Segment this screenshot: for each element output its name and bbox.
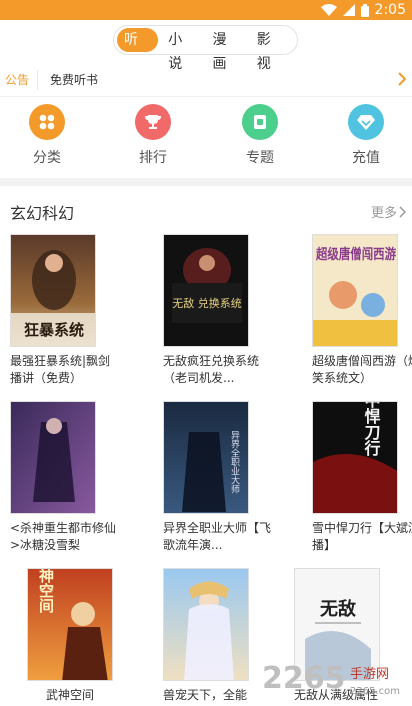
battery-icon bbox=[360, 3, 369, 17]
nav-category-label: 分类 bbox=[33, 150, 61, 166]
tab-novel[interactable]: 小说 bbox=[161, 28, 202, 72]
tab-audiobook[interactable]: 听书 bbox=[117, 28, 159, 72]
book-card[interactable]: 武神空间 武神空间 bbox=[27, 568, 127, 704]
chevron-right-icon bbox=[399, 205, 406, 218]
watermark-sub: 手游网 bbox=[350, 667, 389, 682]
nav-category[interactable]: 分类 bbox=[12, 104, 82, 167]
watermark-url: 2265.com bbox=[350, 686, 400, 697]
diamond-icon bbox=[348, 104, 384, 140]
media-tabs: 听书 小说 漫画 影视 bbox=[113, 25, 298, 72]
nav-topic-label: 专题 bbox=[246, 150, 274, 166]
grid-icon bbox=[29, 104, 65, 140]
nav-ranking[interactable]: 排行 bbox=[118, 104, 188, 167]
signal-icon bbox=[342, 4, 355, 16]
site-watermark: 2265 手游网 2265.com bbox=[262, 656, 412, 700]
watermark-logo: 2265 bbox=[262, 661, 346, 696]
tab-video[interactable]: 影视 bbox=[250, 28, 291, 72]
book-card[interactable]: 兽宠天下，全能 bbox=[163, 568, 263, 704]
book-cover[interactable]: 无敌 兑换系统 bbox=[163, 234, 249, 347]
book-card[interactable]: 雪中悍刀行 雪中悍刀行【大斌演播】 bbox=[312, 401, 412, 554]
status-time: 2:05 bbox=[374, 2, 406, 18]
book-card[interactable]: 狂暴系统 最强狂暴系统|飘剑播讲（免费） bbox=[10, 234, 110, 387]
nav-recharge-label: 充值 bbox=[352, 150, 380, 166]
book-title: 雪中悍刀行【大斌演播】 bbox=[312, 521, 412, 552]
book-title: 兽宠天下，全能 bbox=[163, 688, 248, 702]
section-title: 玄幻科幻 bbox=[10, 204, 75, 223]
book-cover[interactable]: 雪中悍刀行 bbox=[312, 401, 398, 514]
book-card[interactable]: <杀神重生都市修仙>冰糖没雪梨 bbox=[10, 401, 116, 554]
status-icons: 2:05 bbox=[320, 2, 406, 18]
nav-topic[interactable]: 专题 bbox=[225, 104, 295, 167]
quick-nav: 分类 排行 专题 充值 bbox=[0, 104, 412, 178]
chevron-right-icon bbox=[398, 72, 406, 86]
book-title: 异界全职业大师【飞歌流年演... bbox=[163, 521, 272, 552]
cover-title: 无敌 兑换系统 bbox=[172, 296, 242, 310]
status-bar: 2:05 bbox=[0, 0, 412, 20]
notice-text: 免费听书 bbox=[50, 73, 99, 87]
book-cover[interactable]: 狂暴系统 bbox=[10, 234, 96, 347]
nav-ranking-label: 排行 bbox=[139, 150, 167, 166]
book-cover[interactable]: 武神空间 bbox=[27, 568, 113, 681]
section-separator bbox=[0, 178, 412, 186]
book-card[interactable]: 异界全职业大师 异界全职业大师【飞歌流年演... bbox=[163, 401, 271, 554]
tab-comic[interactable]: 漫画 bbox=[206, 28, 247, 72]
notice-tag: 公告 bbox=[5, 73, 30, 87]
book-cover[interactable] bbox=[10, 401, 96, 514]
more-link[interactable]: 更多 bbox=[371, 202, 406, 221]
book-title: 超级唐僧闯西游（爆笑系统文） bbox=[312, 354, 412, 385]
cover-title: 异界全职业大师 bbox=[229, 430, 240, 494]
more-label: 更多 bbox=[370, 206, 397, 221]
book-card[interactable]: 无敌 兑换系统 无敌疯狂兑换系统（老司机发... bbox=[163, 234, 263, 387]
book-card[interactable]: 超级唐僧闯西游 超级唐僧闯西游（爆笑系统文） bbox=[312, 234, 412, 387]
notice-divider bbox=[37, 70, 38, 90]
nav-recharge[interactable]: 充值 bbox=[331, 104, 401, 167]
cover-title: 雪中悍刀行 bbox=[362, 402, 382, 457]
cover-title: 武神空间 bbox=[37, 569, 55, 614]
book-cover[interactable] bbox=[163, 568, 249, 681]
book-title: <杀神重生都市修仙>冰糖没雪梨 bbox=[10, 521, 117, 552]
book-title: 最强狂暴系统|飘剑播讲（免费） bbox=[10, 354, 111, 385]
book-title: 武神空间 bbox=[45, 688, 94, 702]
notice-bar[interactable]: 公告 免费听书 bbox=[0, 63, 412, 97]
cover-title: 无敌 bbox=[320, 598, 356, 620]
cover-title: 超级唐僧闯西游 bbox=[315, 246, 396, 263]
book-cover[interactable]: 超级唐僧闯西游 bbox=[312, 234, 398, 347]
trophy-icon bbox=[135, 104, 171, 140]
wifi-icon bbox=[320, 4, 337, 16]
topic-icon bbox=[242, 104, 278, 140]
cover-title: 狂暴系统 bbox=[24, 321, 84, 339]
book-cover[interactable]: 异界全职业大师 bbox=[163, 401, 249, 514]
book-title: 无敌疯狂兑换系统（老司机发... bbox=[163, 354, 260, 385]
